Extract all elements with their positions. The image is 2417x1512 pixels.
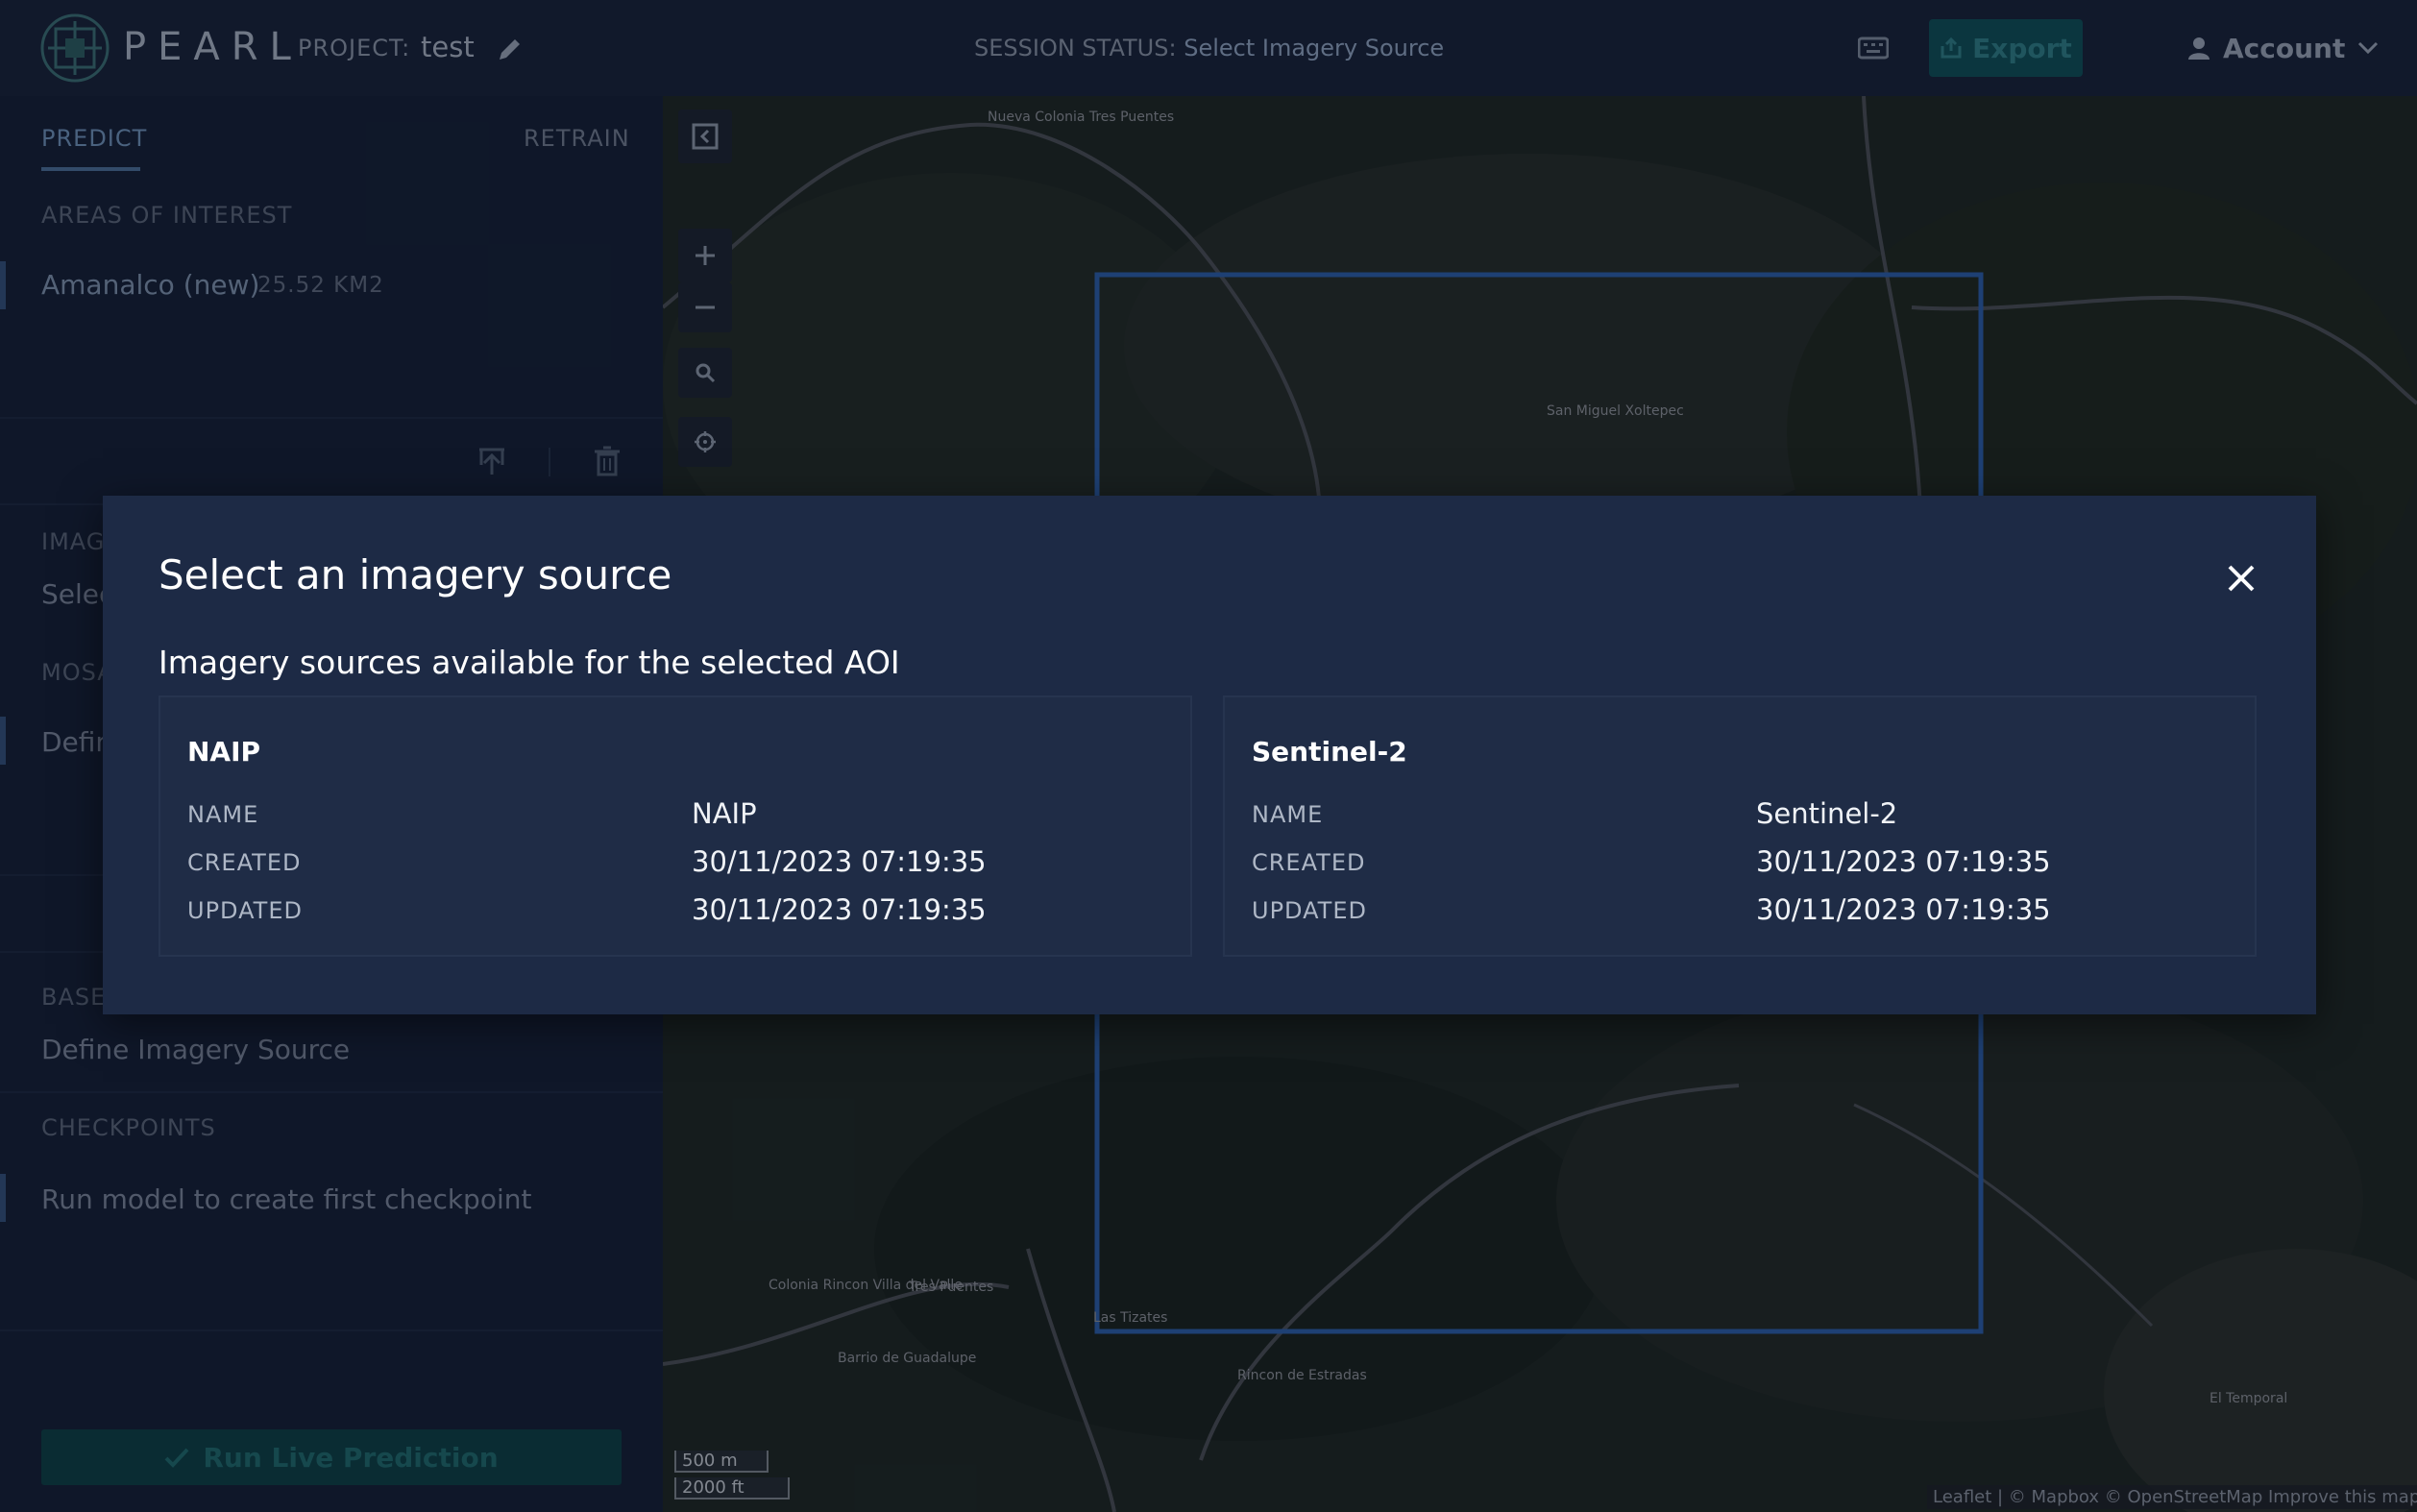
source-name-value: Sentinel-2: [1756, 797, 1898, 830]
source-name-label: NAME: [1252, 801, 1324, 828]
source-created-label: CREATED: [1252, 849, 1366, 876]
source-created-value: 30/11/2023 07:19:35: [1756, 845, 2051, 878]
modal-title: Select an imagery source: [159, 551, 672, 598]
source-updated-label: UPDATED: [187, 897, 303, 924]
source-created-label: CREATED: [187, 849, 302, 876]
source-title: Sentinel-2: [1252, 736, 1407, 768]
imagery-source-modal: Select an imagery source Imagery sources…: [103, 496, 2316, 1014]
source-name-label: NAME: [187, 801, 259, 828]
source-updated-label: UPDATED: [1252, 897, 1367, 924]
close-icon[interactable]: [2224, 561, 2258, 596]
source-name-value: NAIP: [692, 797, 757, 830]
source-updated-value: 30/11/2023 07:19:35: [692, 893, 987, 926]
imagery-source-card-naip[interactable]: NAIP NAME NAIP CREATED 30/11/2023 07:19:…: [159, 695, 1192, 957]
imagery-source-card-sentinel-2[interactable]: Sentinel-2 NAME Sentinel-2 CREATED 30/11…: [1223, 695, 2257, 957]
source-created-value: 30/11/2023 07:19:35: [692, 845, 987, 878]
source-title: NAIP: [187, 736, 261, 768]
modal-subtitle: Imagery sources available for the select…: [159, 644, 900, 681]
source-updated-value: 30/11/2023 07:19:35: [1756, 893, 2051, 926]
